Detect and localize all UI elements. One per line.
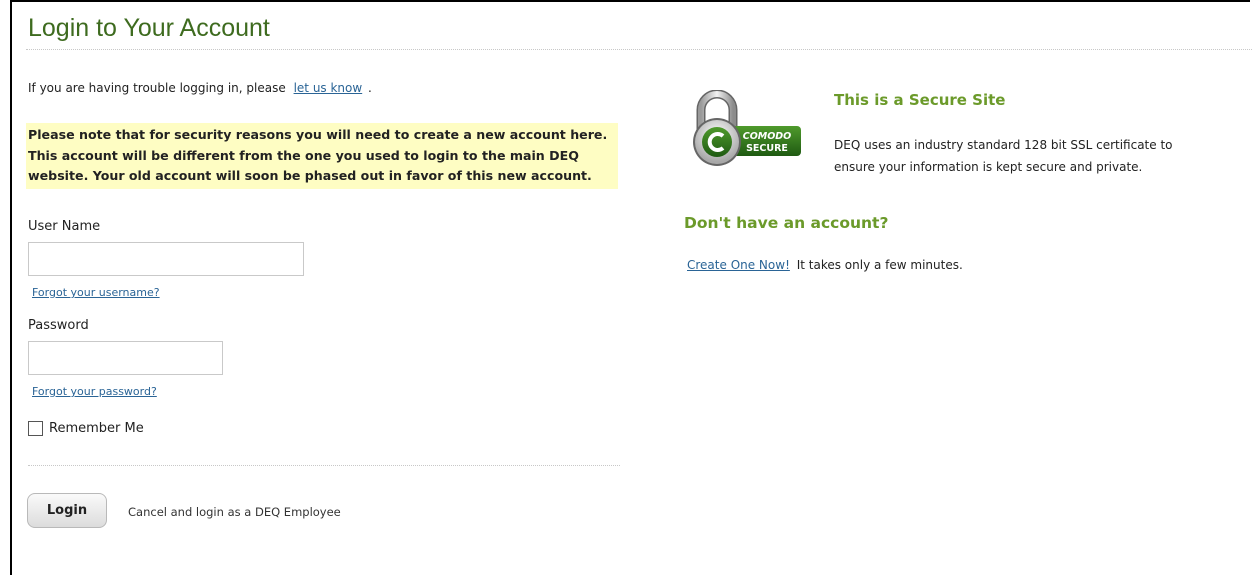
secure-site-description: DEQ uses an industry standard 128 bit SS…: [834, 138, 1173, 174]
create-one-now-link[interactable]: Create One Now!: [687, 258, 790, 272]
let-us-know-link[interactable]: let us know: [294, 81, 363, 95]
secure-site-heading: This is a Secure Site: [834, 91, 1006, 109]
form-divider: [28, 465, 620, 466]
create-account-line: Create One Now! It takes only a few minu…: [687, 258, 963, 272]
cancel-employee-login-link[interactable]: Cancel and login as a DEQ Employee: [128, 505, 341, 519]
remember-me-option[interactable]: Remember Me: [28, 421, 144, 436]
username-input[interactable]: [28, 242, 304, 276]
badge-line2: SECURE: [746, 143, 788, 154]
no-account-heading: Don't have an account?: [684, 214, 889, 232]
remember-me-label: Remember Me: [49, 421, 144, 436]
help-message: If you are having trouble logging in, pl…: [28, 81, 372, 95]
password-input[interactable]: [28, 341, 223, 375]
forgot-password-link[interactable]: Forgot your password?: [32, 385, 157, 398]
security-notice: Please note that for security reasons yo…: [26, 123, 618, 189]
password-label: Password: [28, 318, 89, 333]
comodo-secure-lock-icon: COMODO SECURE: [687, 89, 803, 170]
title-divider: [26, 49, 1252, 50]
help-prefix: If you are having trouble logging in, pl…: [28, 81, 286, 95]
page-title: Login to Your Account: [28, 14, 270, 42]
forgot-username-link[interactable]: Forgot your username?: [32, 286, 160, 299]
badge-line1: COMODO: [743, 131, 792, 142]
create-account-text: It takes only a few minutes.: [796, 258, 963, 272]
username-label: User Name: [28, 219, 101, 234]
help-suffix: .: [368, 81, 372, 95]
remember-me-checkbox[interactable]: [28, 421, 43, 436]
login-button[interactable]: Login: [27, 493, 107, 528]
